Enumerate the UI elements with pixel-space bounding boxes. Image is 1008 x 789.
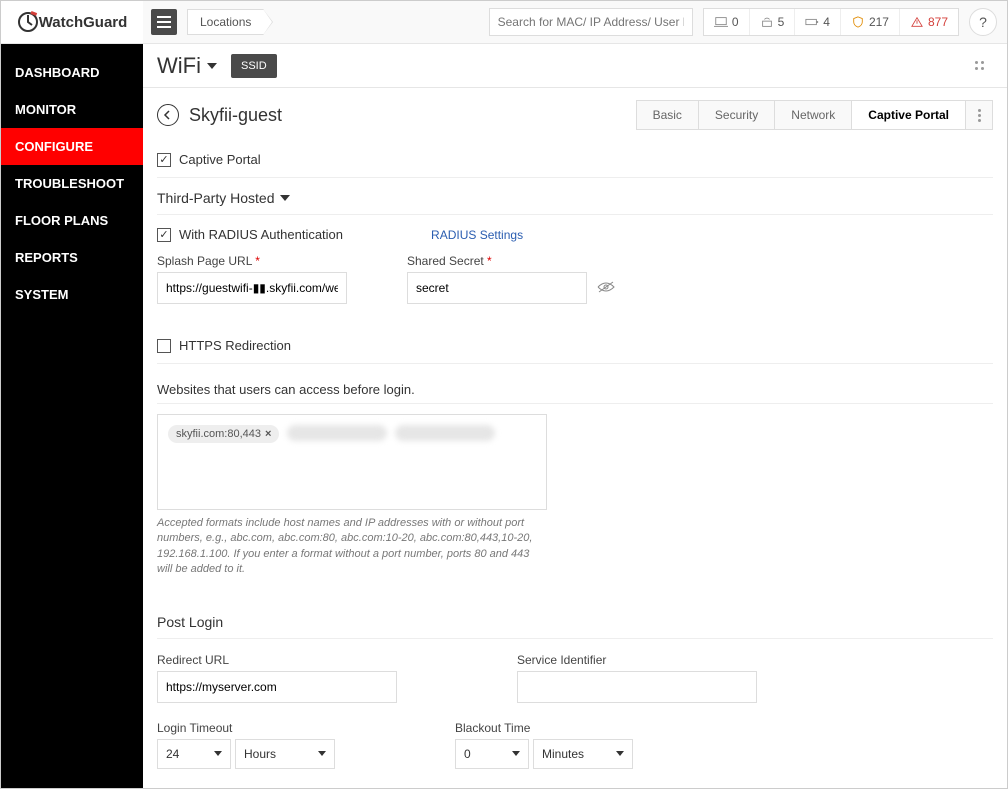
main: Locations 0 5 4: [143, 1, 1007, 788]
host-mode-dropdown[interactable]: Third-Party Hosted: [157, 178, 993, 215]
page-title: Skyfii-guest: [189, 105, 282, 126]
login-timeout-unit-select[interactable]: Hours: [235, 739, 335, 769]
walled-garden-hint: Accepted formats include host names and …: [157, 510, 547, 578]
blackout-unit-select[interactable]: Minutes: [533, 739, 633, 769]
eye-icon[interactable]: [597, 281, 615, 296]
logo[interactable]: WatchGuard: [1, 1, 143, 44]
tab-basic[interactable]: Basic: [637, 101, 699, 129]
blackout-value-select[interactable]: 0: [455, 739, 529, 769]
help-icon[interactable]: ?: [969, 8, 997, 36]
sidebar-item-dashboard[interactable]: DASHBOARD: [1, 54, 143, 91]
walled-garden-input[interactable]: skyfii.com:80,443 ×: [157, 414, 547, 510]
pre-login-label: Websites that users can access before lo…: [157, 364, 993, 404]
sidebar-item-system[interactable]: SYSTEM: [1, 276, 143, 313]
stat-value: 5: [778, 15, 785, 29]
shield-icon: [851, 16, 865, 28]
logo-icon: [17, 11, 39, 33]
logo-text: WatchGuard: [39, 14, 128, 31]
stats-bar: 0 5 4 217 877: [703, 8, 959, 36]
tag-blur: [395, 425, 495, 441]
chevron-down-icon: [214, 751, 222, 756]
login-timeout-value-select[interactable]: 24: [157, 739, 231, 769]
post-login-header: Post Login: [157, 578, 993, 639]
ap-icon: [760, 16, 774, 28]
stat-value: 217: [869, 15, 889, 29]
section-title[interactable]: WiFi: [157, 53, 217, 79]
sidebar-item-configure[interactable]: CONFIGURE: [1, 128, 143, 165]
tabs: Basic Security Network Captive Portal: [636, 100, 993, 130]
splash-url-input[interactable]: [157, 272, 347, 304]
chevron-down-icon: [280, 195, 290, 201]
search-input[interactable]: [489, 8, 693, 36]
sidebar-item-floorplans[interactable]: FLOOR PLANS: [1, 202, 143, 239]
radius-settings-link[interactable]: RADIUS Settings: [431, 228, 523, 242]
ssid-pill[interactable]: SSID: [231, 54, 277, 78]
redirect-url-label: Redirect URL: [157, 653, 397, 667]
sidebar-item-troubleshoot[interactable]: TROUBLESHOOT: [1, 165, 143, 202]
splash-url-label: Splash Page URL: [157, 254, 347, 268]
radius-auth-checkbox[interactable]: ✓: [157, 228, 171, 242]
https-redirect-checkbox[interactable]: [157, 339, 171, 353]
topbar: Locations 0 5 4: [143, 1, 1007, 44]
tab-security[interactable]: Security: [699, 101, 775, 129]
tag-blur: [287, 425, 387, 441]
menu-icon[interactable]: [151, 9, 177, 35]
chevron-down-icon: [318, 751, 326, 756]
stat-alert[interactable]: 877: [900, 9, 958, 35]
arrow-left-icon: [163, 110, 173, 120]
back-button[interactable]: [157, 104, 179, 126]
select-value: Minutes: [542, 747, 584, 761]
battery-icon: [805, 16, 819, 28]
stat-laptop[interactable]: 0: [704, 9, 750, 35]
laptop-icon: [714, 16, 728, 28]
radius-auth-label: With RADIUS Authentication: [179, 227, 343, 242]
sidebar-item-reports[interactable]: REPORTS: [1, 239, 143, 276]
stat-battery[interactable]: 4: [795, 9, 841, 35]
shared-secret-input[interactable]: [407, 272, 587, 304]
section-label: WiFi: [157, 53, 201, 79]
stat-value: 877: [928, 15, 948, 29]
service-id-input[interactable]: [517, 671, 757, 703]
alert-icon: [910, 16, 924, 28]
stat-value: 4: [823, 15, 830, 29]
login-timeout-label: Login Timeout: [157, 721, 335, 735]
tab-network[interactable]: Network: [775, 101, 852, 129]
sidebar-item-monitor[interactable]: MONITOR: [1, 91, 143, 128]
stat-shield[interactable]: 217: [841, 9, 900, 35]
content: ✓ Captive Portal Third-Party Hosted ✓ Wi…: [143, 138, 1007, 788]
tag-text: skyfii.com:80,443: [176, 428, 261, 440]
chevron-down-icon: [512, 751, 520, 756]
sidebar: WatchGuard DASHBOARD MONITOR CONFIGURE T…: [1, 1, 143, 788]
chevron-down-icon: [616, 751, 624, 756]
search: [489, 8, 693, 36]
tab-captive-portal[interactable]: Captive Portal: [852, 101, 966, 129]
service-id-label: Service Identifier: [517, 653, 757, 667]
chevron-down-icon: [207, 63, 217, 69]
captive-portal-checkbox[interactable]: ✓: [157, 153, 171, 167]
select-value: 0: [464, 747, 471, 761]
nav: DASHBOARD MONITOR CONFIGURE TROUBLESHOOT…: [1, 44, 143, 313]
more-icon[interactable]: [975, 61, 993, 70]
page-header: Skyfii-guest Basic Security Network Capt…: [143, 88, 1007, 138]
stat-ap[interactable]: 5: [750, 9, 796, 35]
host-mode-label: Third-Party Hosted: [157, 190, 274, 206]
breadcrumb[interactable]: Locations: [187, 9, 264, 35]
tag-remove-icon[interactable]: ×: [265, 428, 271, 440]
select-value: Hours: [244, 747, 276, 761]
blackout-label: Blackout Time: [455, 721, 633, 735]
subheader: WiFi SSID: [143, 44, 1007, 88]
redirect-url-input[interactable]: [157, 671, 397, 703]
shared-secret-label: Shared Secret: [407, 254, 615, 268]
https-redirect-label: HTTPS Redirection: [179, 338, 291, 353]
select-value: 24: [166, 747, 179, 761]
tab-more-icon[interactable]: [966, 101, 992, 129]
stat-value: 0: [732, 15, 739, 29]
captive-portal-label: Captive Portal: [179, 152, 261, 167]
tag-item[interactable]: skyfii.com:80,443 ×: [168, 425, 279, 443]
